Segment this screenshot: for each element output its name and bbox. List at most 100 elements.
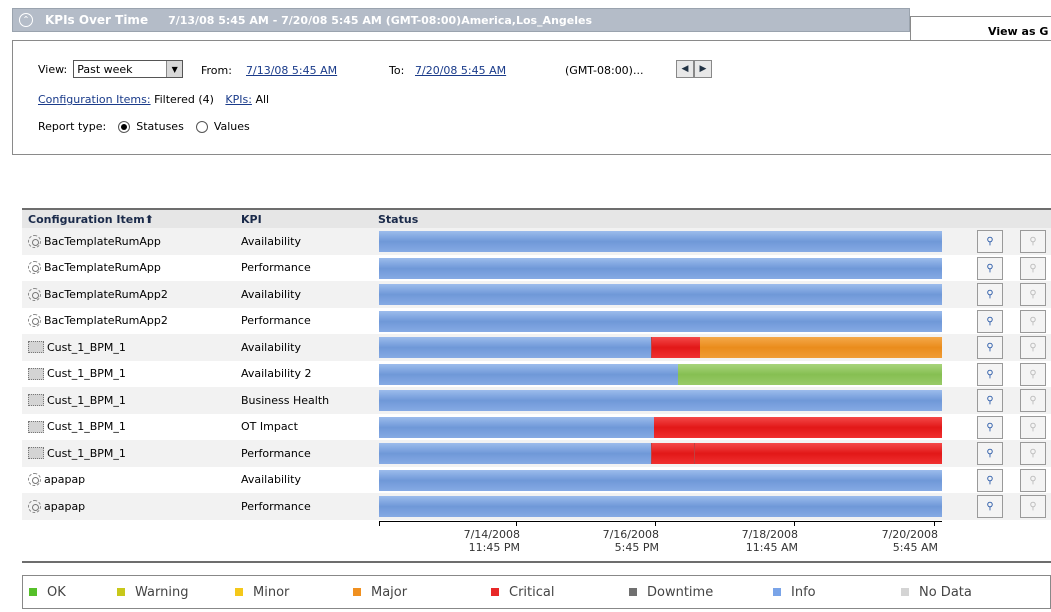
- column-header-kpi: KPI: [241, 212, 262, 226]
- values-radio[interactable]: [195, 120, 208, 133]
- status-segment-info[interactable]: [379, 390, 942, 411]
- kpis-link[interactable]: KPIs:: [225, 93, 252, 106]
- axis-tick: [794, 521, 795, 526]
- gear-icon: [28, 499, 41, 513]
- ci-cell: apapap: [22, 499, 241, 513]
- report-time-range: 7/13/08 5:45 AM - 7/20/08 5:45 AM (GMT-0…: [168, 13, 593, 27]
- status-bar[interactable]: [379, 443, 942, 464]
- kpi-name: Performance: [241, 446, 311, 460]
- status-segment-info[interactable]: [379, 443, 651, 464]
- table-row: Cust_1_BPM_1 Availability 2 ⚲ ⚲: [22, 360, 1051, 387]
- drill-down-disabled-icon: ⚲: [1020, 442, 1046, 465]
- drill-down-icon[interactable]: ⚲: [977, 283, 1003, 306]
- drill-down-icon[interactable]: ⚲: [977, 495, 1003, 518]
- legend-label: OK: [47, 584, 66, 600]
- status-segment-ok[interactable]: [678, 363, 942, 385]
- legend-label: No Data: [919, 584, 972, 600]
- drill-down-icon[interactable]: ⚲: [977, 309, 1003, 333]
- axis-tick-time: 11:45 AM: [745, 541, 798, 554]
- axis-tick-label: 7/16/2008 5:45 PM: [569, 528, 659, 554]
- status-bar[interactable]: [379, 469, 942, 491]
- ci-name: BacTemplateRumApp2: [44, 287, 168, 301]
- drill-down-icon[interactable]: ⚲: [977, 415, 1003, 439]
- statuses-radio[interactable]: [118, 120, 131, 133]
- status-bar[interactable]: [379, 231, 942, 252]
- status-segment-info[interactable]: [379, 284, 942, 305]
- configuration-items-link[interactable]: Configuration Items:: [38, 93, 151, 106]
- gear-icon: [28, 261, 41, 275]
- axis-tick-date: 7/14/2008: [463, 528, 520, 541]
- status-segment-crit[interactable]: [652, 337, 700, 358]
- table-row: Cust_1_BPM_1 Availability ⚲ ⚲: [22, 334, 1051, 361]
- kpi-name: Availability 2: [241, 367, 312, 381]
- from-date-link[interactable]: 7/13/08 5:45 AM: [246, 64, 337, 77]
- legend-swatch: [353, 588, 361, 596]
- status-segment-info[interactable]: [379, 257, 942, 279]
- drill-down-icon[interactable]: ⚲: [977, 389, 1003, 412]
- next-period-button[interactable]: ▶: [694, 60, 712, 78]
- ci-name: Cust_1_BPM_1: [47, 420, 126, 434]
- table-row: BacTemplateRumApp Performance ⚲ ⚲: [22, 254, 1051, 281]
- status-bar[interactable]: [379, 416, 942, 438]
- status-segment-info[interactable]: [379, 469, 942, 491]
- table-bottom-rule: [22, 561, 1051, 563]
- status-bar[interactable]: [379, 390, 942, 411]
- drill-down-icon[interactable]: ⚲: [977, 230, 1003, 253]
- status-segment-major[interactable]: [700, 337, 942, 358]
- status-segment-info[interactable]: [379, 416, 654, 438]
- table-row: Cust_1_BPM_1 Business Health ⚲ ⚲: [22, 387, 1051, 414]
- configuration-items-value: Filtered (4): [154, 93, 214, 106]
- ci-name: apapap: [44, 473, 86, 487]
- drill-down-disabled-icon: ⚲: [1020, 256, 1046, 280]
- status-segment-info[interactable]: [379, 496, 942, 517]
- status-bar[interactable]: [379, 257, 942, 279]
- legend-swatch: [235, 588, 243, 596]
- status-bar[interactable]: [379, 363, 942, 385]
- ci-name: Cust_1_BPM_1: [47, 393, 126, 407]
- column-header-configuration-item[interactable]: Configuration Item⬆: [22, 213, 241, 226]
- drill-down-icon[interactable]: ⚲: [977, 336, 1003, 359]
- status-bar[interactable]: [379, 310, 942, 332]
- status-bar[interactable]: [379, 284, 942, 305]
- table-row: Cust_1_BPM_1 OT Impact ⚲ ⚲: [22, 413, 1051, 440]
- ci-name: Cust_1_BPM_1: [47, 446, 126, 460]
- drill-down-disabled-icon: ⚲: [1020, 283, 1046, 306]
- status-segment-info[interactable]: [379, 310, 942, 332]
- view-as-tab[interactable]: View as G: [910, 16, 1051, 40]
- ci-name: apapap: [44, 499, 86, 513]
- view-label: View:: [38, 62, 68, 76]
- drill-down-disabled-icon: ⚲: [1020, 362, 1046, 386]
- legend-swatch: [901, 588, 909, 596]
- chevron-down-icon[interactable]: ▼: [166, 61, 183, 77]
- legend-item-minor: Minor: [235, 585, 353, 600]
- axis-tick-label: 7/14/2008 11:45 PM: [430, 528, 520, 554]
- status-segment-info[interactable]: [379, 231, 942, 252]
- timezone-label: (GMT-08:00)...: [565, 64, 644, 77]
- drill-down-icon[interactable]: ⚲: [977, 442, 1003, 465]
- status-segment-crit[interactable]: [695, 443, 942, 464]
- table-row: BacTemplateRumApp Availability ⚲ ⚲: [22, 228, 1051, 255]
- to-date-link[interactable]: 7/20/08 5:45 AM: [415, 64, 506, 77]
- status-bar[interactable]: [379, 496, 942, 517]
- drill-down-icon[interactable]: ⚲: [977, 468, 1003, 492]
- bpm-icon: [28, 341, 44, 354]
- drill-down-icon[interactable]: ⚲: [977, 256, 1003, 280]
- axis-tick-label: 7/18/2008 11:45 AM: [708, 528, 798, 554]
- status-segment-crit[interactable]: [652, 443, 694, 464]
- collapse-icon[interactable]: ⌃: [19, 13, 33, 27]
- view-dropdown-value: Past week: [77, 62, 133, 76]
- ci-name: BacTemplateRumApp: [44, 234, 161, 248]
- status-bar[interactable]: [379, 337, 942, 358]
- ci-cell: apapap: [22, 473, 241, 487]
- legend-label: Warning: [135, 584, 189, 600]
- column-header-status: Status: [378, 212, 419, 226]
- drill-down-icon[interactable]: ⚲: [977, 362, 1003, 386]
- drill-down-disabled-icon: ⚲: [1020, 230, 1046, 253]
- legend-item-major: Major: [353, 585, 491, 600]
- view-dropdown[interactable]: Past week ▼: [73, 60, 184, 78]
- status-segment-info[interactable]: [379, 363, 678, 385]
- previous-period-button[interactable]: ◀: [676, 60, 694, 78]
- status-segment-crit[interactable]: [654, 416, 942, 438]
- status-segment-info[interactable]: [379, 337, 651, 358]
- ci-name: Cust_1_BPM_1: [47, 340, 126, 354]
